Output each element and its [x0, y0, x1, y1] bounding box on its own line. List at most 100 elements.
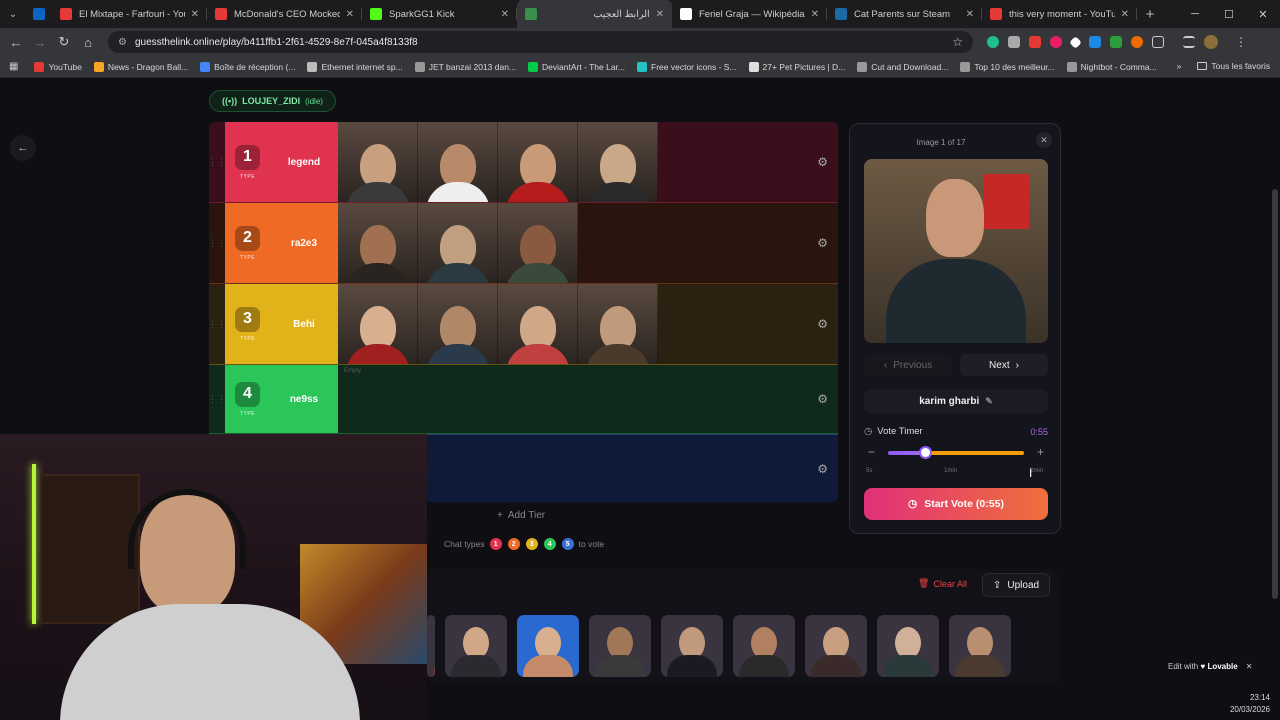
back-icon[interactable]: ← — [4, 35, 28, 50]
pool-image[interactable] — [877, 615, 939, 677]
browser-tab[interactable]: El Mixtape - Farfouri - YouTube ✕ — [52, 0, 207, 28]
tier-image[interactable] — [338, 203, 418, 283]
tab-search-icon[interactable]: ⌄ — [0, 0, 26, 28]
tier-image[interactable] — [498, 203, 578, 283]
tier-image[interactable] — [578, 284, 658, 364]
tab-close-icon[interactable]: ✕ — [346, 9, 354, 20]
close-badge-icon[interactable]: ✕ — [1246, 662, 1253, 671]
browser-tab[interactable]: McDonald's CEO Mocked for Bite ✕ — [207, 0, 362, 28]
extension-icon[interactable] — [1110, 36, 1122, 48]
tier-name[interactable]: ne9ss — [270, 365, 338, 433]
tab-close-icon[interactable]: ✕ — [501, 9, 509, 20]
home-icon[interactable]: ⌂ — [76, 35, 100, 50]
extension-icon[interactable] — [1131, 36, 1143, 48]
answer-name[interactable]: karim gharbi ✎ — [864, 389, 1048, 413]
bookmarks-more-icon[interactable]: » — [1177, 61, 1182, 71]
puzzle-icon[interactable] — [1152, 36, 1164, 48]
browser-tab[interactable]: SparkGG1 Kick ✕ — [362, 0, 517, 28]
next-button[interactable]: Next › — [960, 354, 1048, 376]
drag-handle-icon[interactable]: ⋮⋮ — [209, 365, 226, 433]
slider-track[interactable] — [888, 451, 1024, 455]
url-bar[interactable]: ⚙ guessthelink.online/play/b411ffb1-2f61… — [108, 31, 973, 53]
tab-close-icon[interactable]: ✕ — [966, 9, 974, 20]
minus-icon[interactable]: − — [868, 445, 875, 459]
bookmark-item[interactable]: Free vector icons - S... — [637, 61, 737, 72]
clear-all-button[interactable]: 🗑 Clear All — [918, 578, 967, 589]
drag-handle-icon[interactable]: ⋮⋮ — [209, 284, 226, 364]
bookmark-item[interactable]: JET banzai 2013 dan... — [414, 61, 516, 72]
tier-image[interactable] — [418, 122, 498, 202]
close-window-icon[interactable]: ✕ — [1246, 0, 1280, 28]
tier-image[interactable] — [418, 203, 498, 283]
pool-image[interactable] — [445, 615, 507, 677]
pool-image[interactable] — [733, 615, 795, 677]
pool-image[interactable] — [949, 615, 1011, 677]
tier-images[interactable] — [338, 203, 838, 283]
lovable-badge[interactable]: Edit with ♥ Lovable ✕ — [1168, 662, 1252, 671]
apps-grid-icon[interactable]: ▦ — [9, 61, 18, 72]
pool-image[interactable] — [589, 615, 651, 677]
tier-name[interactable]: legend — [270, 122, 338, 202]
url-text[interactable]: guessthelink.online/play/b411ffb1-2f61-4… — [135, 37, 952, 48]
bookmark-item[interactable]: YouTube — [34, 61, 82, 72]
site-info-icon[interactable]: ⚙ — [118, 37, 127, 48]
tier-image[interactable] — [338, 122, 418, 202]
minimize-icon[interactable]: ─ — [1178, 0, 1212, 28]
forward-icon[interactable]: → — [28, 35, 52, 50]
gear-icon[interactable]: ⚙ — [817, 462, 828, 476]
pool-image[interactable] — [805, 615, 867, 677]
menu-kebab-icon[interactable]: ⋮ — [1235, 35, 1247, 49]
bookmark-item[interactable]: 27+ Pet Pictures | D... — [748, 61, 845, 72]
tier-images[interactable] — [338, 284, 838, 364]
extension-icon[interactable] — [1089, 36, 1101, 48]
extension-icon[interactable] — [1069, 35, 1082, 49]
tab-close-icon[interactable]: ✕ — [1121, 9, 1129, 20]
extension-icon[interactable] — [987, 36, 999, 48]
bookmark-item[interactable]: Ethernet internet sp... — [307, 61, 403, 72]
slider-thumb[interactable] — [918, 446, 932, 459]
tab-linkedin[interactable] — [26, 0, 52, 28]
bookmark-item[interactable]: Nightbot - Comma... — [1066, 61, 1157, 72]
tier-image[interactable] — [498, 122, 578, 202]
vote-timer-slider[interactable]: − + — [864, 445, 1048, 460]
bookmark-item[interactable]: Cut and Download... — [857, 61, 948, 72]
back-arrow-button[interactable]: ← — [10, 135, 36, 161]
reading-list-icon[interactable] — [1183, 36, 1195, 48]
drag-handle-icon[interactable]: ⋮⋮ — [209, 203, 226, 283]
bookmark-item[interactable]: Top 10 des meilleur... — [960, 61, 1055, 72]
tier-images[interactable] — [338, 122, 838, 202]
browser-tab[interactable]: Cat Parents sur Steam ✕ — [827, 0, 982, 28]
tab-close-icon[interactable]: ✕ — [191, 9, 199, 20]
drag-handle-icon[interactable]: ⋮⋮ — [209, 122, 226, 202]
gear-icon[interactable]: ⚙ — [817, 317, 828, 331]
pool-image[interactable] — [517, 615, 579, 677]
upload-button[interactable]: ⇪ Upload — [982, 573, 1051, 597]
tab-close-icon[interactable]: ✕ — [656, 9, 664, 20]
new-tab-button[interactable]: + — [1137, 6, 1163, 23]
add-tier-button[interactable]: + Add Tier — [497, 510, 545, 521]
gear-icon[interactable]: ⚙ — [817, 392, 828, 406]
tier-image[interactable] — [418, 284, 498, 364]
tier-image[interactable] — [498, 284, 578, 364]
tab-close-icon[interactable]: ✕ — [811, 9, 819, 20]
extension-icon[interactable] — [1008, 36, 1020, 48]
bookmark-item[interactable]: DeviantArt - The Lar... — [528, 61, 625, 72]
gear-icon[interactable]: ⚙ — [817, 155, 828, 169]
profile-avatar[interactable] — [1204, 35, 1218, 49]
bookmark-item[interactable]: Boîte de réception (... — [200, 61, 295, 72]
previous-button[interactable]: ‹ Previous — [864, 354, 952, 376]
bookmark-item[interactable]: News - Dragon Ball... — [93, 61, 188, 72]
browser-tab[interactable]: Feriel Graja — Wikipédia ✕ — [672, 0, 827, 28]
tier-image[interactable] — [338, 284, 418, 364]
tier-name[interactable]: Behi — [270, 284, 338, 364]
tier-name[interactable]: ra2e3 — [270, 203, 338, 283]
pool-image[interactable] — [661, 615, 723, 677]
start-vote-button[interactable]: ◷ Start Vote (0:55) — [864, 488, 1048, 520]
all-bookmarks-folder[interactable]: Tous les favoris — [1197, 61, 1270, 71]
browser-tab[interactable]: this very moment - YouTube ✕ — [982, 0, 1137, 28]
extension-icon[interactable] — [1029, 36, 1041, 48]
reload-icon[interactable]: ↻ — [52, 34, 76, 50]
tier-image[interactable] — [578, 122, 658, 202]
bookmark-star-icon[interactable]: ☆ — [952, 35, 963, 49]
extension-icon[interactable] — [1050, 36, 1062, 48]
